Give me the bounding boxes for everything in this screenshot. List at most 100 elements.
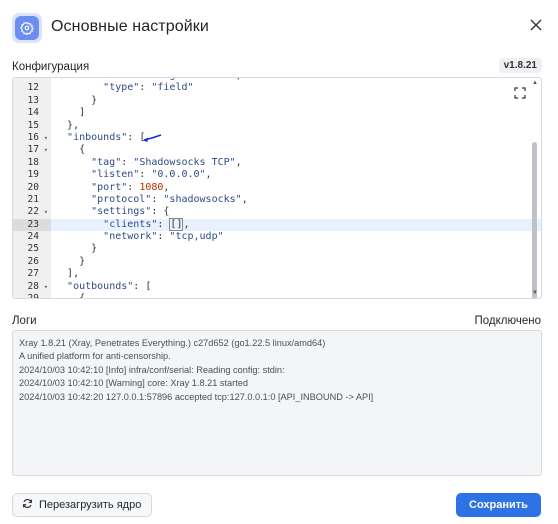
code-line[interactable]: 24 "network": "tcp,udp" xyxy=(13,231,541,243)
code-line[interactable]: 21 "protocol": "shadowsocks", xyxy=(13,194,541,206)
log-line: 2024/10/03 10:42:10 [Warning] core: Xray… xyxy=(19,378,248,389)
line-number-text: 19 xyxy=(27,169,39,181)
connection-status: Подключено xyxy=(474,315,542,327)
code-line[interactable]: 28 ▾ "outbounds": [ xyxy=(13,281,541,293)
code-line[interactable]: 26 } xyxy=(13,256,541,268)
line-number-text: 24 xyxy=(27,231,39,243)
dialog-header: Основные настройки xyxy=(0,0,558,56)
log-line: A unified platform for anti-censorship. xyxy=(19,351,171,362)
app-icon-badge xyxy=(12,13,42,43)
code-text: { xyxy=(79,293,86,299)
code-text: "listen": "0.0.0.0", xyxy=(91,169,212,181)
code-line[interactable]: 22 ▾ "settings": { xyxy=(13,206,541,218)
code-text: }, xyxy=(67,119,80,131)
logs-panel[interactable]: Xray 1.8.21 (Xray, Penetrates Everything… xyxy=(12,330,542,476)
code-text: "settings": { xyxy=(91,206,170,218)
code-text: ] xyxy=(79,107,86,119)
line-number: 20 xyxy=(13,182,51,194)
line-number-text: 29 xyxy=(27,293,39,299)
restart-core-label: Перезагрузить ядро xyxy=(39,499,142,511)
config-editor[interactable]: 11 "outboundTag": "block",12 "type": "fi… xyxy=(12,77,542,299)
line-number-text: 17 xyxy=(27,144,39,156)
line-number: 26 xyxy=(13,256,51,268)
code-text: "protocol": "shadowsocks", xyxy=(91,193,248,205)
line-number: 13 xyxy=(13,95,51,107)
line-number-text: 27 xyxy=(27,268,39,280)
code-line[interactable]: 19 "listen": "0.0.0.0", xyxy=(13,169,541,181)
line-number: 21 xyxy=(13,194,51,206)
code-text: "clients": [], xyxy=(103,217,190,231)
gear-icon xyxy=(15,16,39,40)
code-line[interactable]: 17 ▾ { xyxy=(13,144,541,156)
code-line[interactable]: 15 }, xyxy=(13,120,541,132)
config-label: Конфигурация xyxy=(12,61,90,73)
code-lines[interactable]: 11 "outboundTag": "block",12 "type": "fi… xyxy=(13,78,541,299)
line-number-text: 14 xyxy=(27,107,39,119)
log-line: 2024/10/03 10:42:20 127.0.0.1:57896 acce… xyxy=(19,391,374,402)
line-number: 12 xyxy=(13,82,51,94)
code-text: "port": 1080, xyxy=(91,181,170,193)
log-line: 2024/10/03 10:42:10 [Info] infra/conf/se… xyxy=(19,364,285,375)
save-button[interactable]: Сохранить xyxy=(456,493,541,517)
line-number-text: 12 xyxy=(27,82,39,94)
dialog-title: Основные настройки xyxy=(51,18,209,35)
line-number: 18 xyxy=(13,157,51,169)
line-number: 24 xyxy=(13,231,51,243)
code-text: "inbounds": [ xyxy=(67,131,146,143)
line-number-text: 28 xyxy=(27,280,39,292)
code-text: } xyxy=(91,243,98,255)
code-line[interactable]: 29 { xyxy=(13,293,541,299)
line-number: 23 xyxy=(13,218,51,232)
expand-icon[interactable] xyxy=(513,86,527,100)
fold-toggle-icon[interactable]: ▾ xyxy=(44,206,48,218)
code-line[interactable]: 13 } xyxy=(13,95,541,107)
version-badge: v1.8.21 xyxy=(498,58,542,73)
editor-scrollbar[interactable] xyxy=(532,142,537,298)
line-number-text: 13 xyxy=(27,94,39,106)
code-line[interactable]: 25 } xyxy=(13,243,541,255)
code-line[interactable]: 20 "port": 1080, xyxy=(13,182,541,194)
line-number-text: 20 xyxy=(27,181,39,193)
code-text: "type": "field" xyxy=(103,82,194,94)
line-number: 14 xyxy=(13,107,51,119)
code-line[interactable]: 27 ], xyxy=(13,268,541,280)
refresh-icon xyxy=(22,498,33,512)
line-number: 27 xyxy=(13,268,51,280)
restart-core-button[interactable]: Перезагрузить ядро xyxy=(12,493,152,517)
line-number: 25 xyxy=(13,243,51,255)
line-number: 22 ▾ xyxy=(13,206,51,218)
code-text: ], xyxy=(67,268,80,280)
line-number-text: 21 xyxy=(27,193,39,205)
line-number: 17 ▾ xyxy=(13,144,51,156)
code-line[interactable]: 23 "clients": [], xyxy=(13,217,541,232)
log-line: Xray 1.8.21 (Xray, Penetrates Everything… xyxy=(19,338,326,348)
line-number: 28 ▾ xyxy=(13,281,51,293)
code-text: "tag": "Shadowsocks TCP", xyxy=(91,156,242,168)
line-number-text: 18 xyxy=(27,156,39,168)
code-line[interactable]: 14 ] xyxy=(13,107,541,119)
code-text: } xyxy=(79,255,86,267)
line-number-text: 15 xyxy=(27,119,39,131)
arrow-annotation-icon xyxy=(143,134,162,142)
line-number: 15 xyxy=(13,120,51,132)
line-number-text: 23 xyxy=(27,218,39,230)
code-line[interactable]: 16 ▾ "inbounds": [ xyxy=(13,132,541,144)
code-text: } xyxy=(91,94,98,106)
line-number-text: 22 xyxy=(27,206,39,218)
fold-toggle-icon[interactable]: ▾ xyxy=(44,144,48,156)
line-number-text: 26 xyxy=(27,255,39,267)
close-icon[interactable] xyxy=(526,15,546,35)
line-number-text: 16 xyxy=(27,131,39,143)
code-line[interactable]: 12 "type": "field" xyxy=(13,82,541,94)
code-text: "network": "tcp,udp" xyxy=(103,231,224,243)
scroll-up-icon[interactable]: ▲ xyxy=(532,80,538,86)
line-number: 16 ▾ xyxy=(13,132,51,144)
fold-toggle-icon[interactable]: ▾ xyxy=(44,132,48,144)
line-number: 19 xyxy=(13,169,51,181)
fold-toggle-icon[interactable]: ▾ xyxy=(44,281,48,293)
logs-label: Логи xyxy=(12,315,37,327)
scroll-down-icon[interactable]: ▼ xyxy=(532,290,538,296)
code-line[interactable]: 18 "tag": "Shadowsocks TCP", xyxy=(13,157,541,169)
code-text: "outbounds": [ xyxy=(67,280,152,292)
code-text: { xyxy=(79,144,86,156)
